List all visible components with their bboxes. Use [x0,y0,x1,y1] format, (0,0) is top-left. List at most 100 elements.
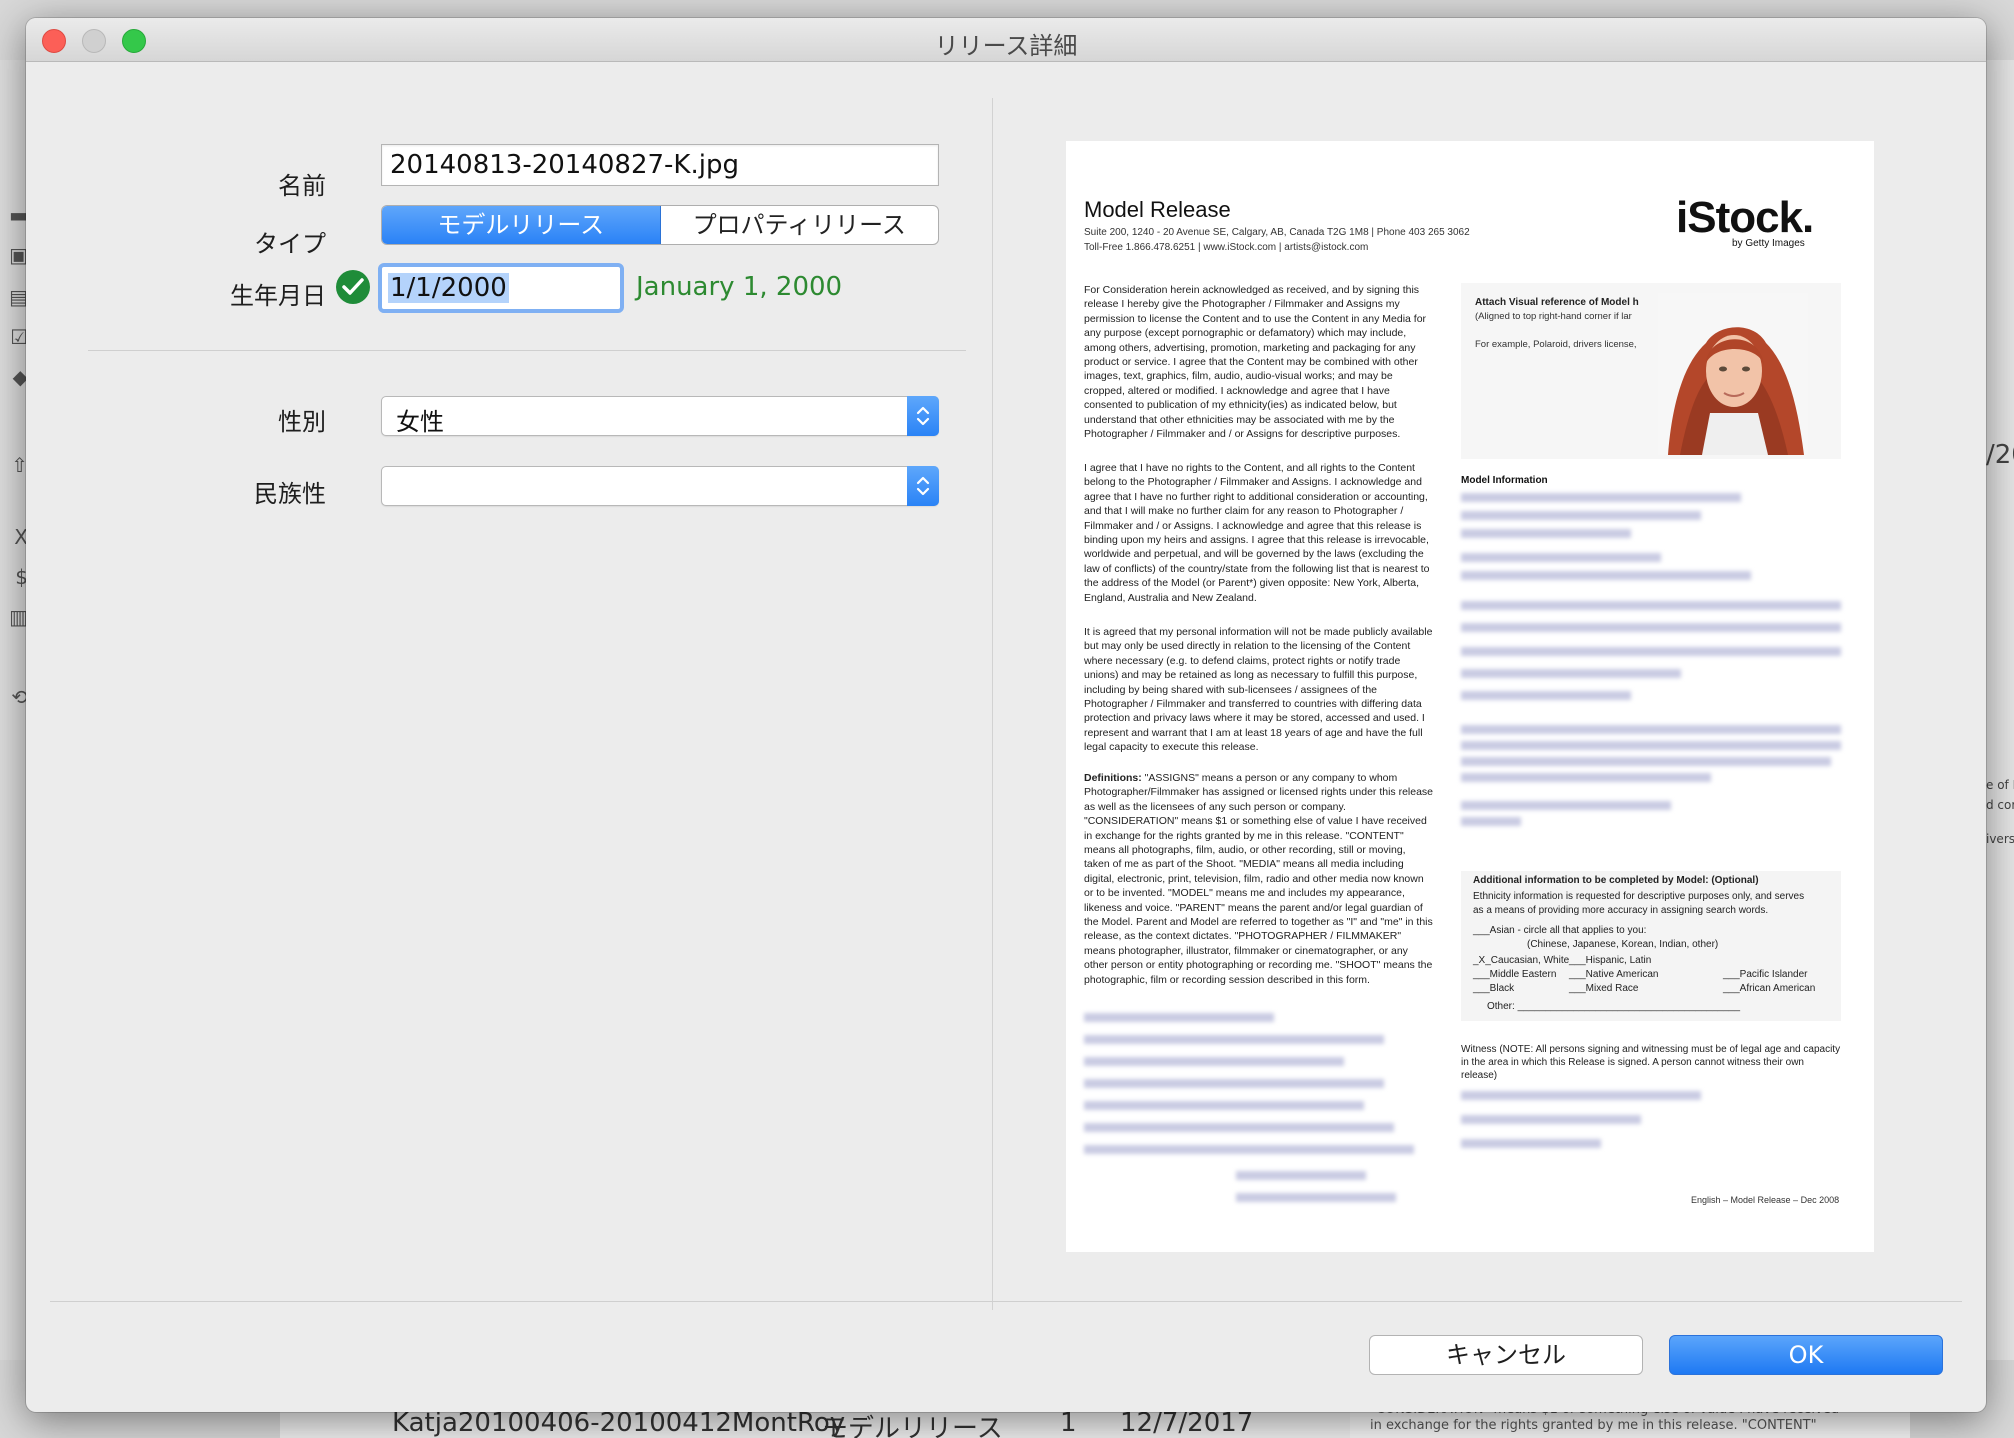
blurred-field [1461,553,1661,562]
doc-definitions-head: Definitions: [1084,772,1142,784]
chevron-updown-icon [907,396,939,436]
doc-contact: Toll-Free 1.866.478.6251 | www.iStock.co… [1084,242,1369,253]
visual-ref-heading: Attach Visual reference of Model h [1475,297,1639,308]
upload-icon: ⇧ [11,453,28,477]
gender-label: 性別 [278,408,326,436]
additional-info-box: Additional information to be completed b… [1461,871,1841,1021]
release-document-preview: Model Release Suite 200, 1240 - 20 Avenu… [1066,141,1874,1252]
bg-right-text: e of M [1986,778,2014,792]
eth-black: ___Black [1473,983,1515,994]
type-label: タイプ [254,230,326,258]
blurred-field [1461,493,1741,502]
footer-divider [50,1301,1962,1302]
birthdate-label: 生年月日 [230,282,326,310]
chevron-updown-icon [907,466,939,506]
name-label: 名前 [278,172,326,200]
eth-pacific: ___Pacific Islander [1723,969,1808,980]
excel-icon: X [14,525,28,549]
folder-icon: ▬ [9,203,28,227]
blurred-field [1461,511,1701,520]
panel-divider [992,98,993,1310]
ok-button[interactable]: OK [1669,1335,1943,1375]
checklist-icon: ☑ [10,325,28,349]
blurred-field [1461,601,1841,610]
istock-logo: iStock. [1676,193,1814,242]
eth-middle-eastern: ___Middle Eastern [1473,969,1557,980]
blurred-field [1084,1035,1384,1044]
blurred-field [1461,529,1631,538]
gender-value: 女性 [396,408,444,436]
blurred-field [1084,1123,1394,1132]
blurred-field [1461,571,1751,580]
doc-paragraph: I agree that I have no rights to the Con… [1084,462,1430,604]
dollar-icon: $ [15,565,28,589]
ethnicity-popup[interactable] [381,466,939,506]
visual-ref-example: For example, Polaroid, drivers license, [1475,339,1637,350]
bg-doc-line: in exchange for the rights granted by me… [1370,1418,1817,1433]
istock-logo-sub: by Getty Images [1732,238,1805,249]
title-bar: リリース詳細 [26,18,1986,62]
eth-hispanic: ___Hispanic, Latin [1569,955,1652,966]
gender-popup[interactable]: 女性 [381,396,939,436]
visual-ref-note: (Aligned to top right-hand corner if lar [1475,311,1632,322]
addl-text: as a means of providing more accuracy in… [1473,905,1769,916]
blurred-field [1236,1171,1366,1180]
form-divider [88,350,966,351]
eth-asian-sub: (Chinese, Japanese, Korean, Indian, othe… [1527,939,1719,950]
birthdate-readout: January 1, 2000 [636,272,843,302]
release-type-segmented-control[interactable]: モデルリリース プロパティリリース [381,205,939,245]
blurred-field [1461,1139,1601,1148]
doc-title: Model Release [1084,197,1231,222]
type-model-release-segment[interactable]: モデルリリース [382,206,661,244]
type-property-release-segment[interactable]: プロパティリリース [661,206,939,244]
doc-paragraph: It is agreed that my personal informatio… [1084,626,1433,754]
bg-right-text: d corn [1986,798,2014,812]
release-details-sheet: リリース詳細 名前 20140813-20140827-K.jpg タイプ モデ… [26,18,1986,1412]
ethnicity-label: 民族性 [254,480,326,508]
blurred-field [1461,757,1831,766]
valid-checkmark-icon [336,270,370,304]
blurred-field [1461,1091,1701,1100]
row-date: 12/7/2017 [1120,1408,1254,1438]
birthdate-value: 1/1/2000 [388,273,509,303]
eth-african: ___African American [1723,983,1816,994]
background-right-panel: /20 e of M d corn ivers l [1984,60,2014,1360]
doc-address: Suite 200, 1240 - 20 Avenue SE, Calgary,… [1084,227,1470,238]
blurred-field [1084,1145,1414,1154]
doc-definitions-body: "ASSIGNS" means a person or any company … [1084,772,1434,986]
blurred-field [1461,647,1841,656]
blurred-field [1461,817,1521,826]
image-icon: ▣ [9,243,28,267]
bg-right-text: /20 [1986,440,2014,470]
window-title: リリース詳細 [934,32,1078,60]
blurred-field [1461,741,1841,750]
blurred-field [1461,669,1681,678]
blurred-field [1461,623,1841,632]
document-icon: ▤ [9,285,28,309]
row-count: 1 [1060,1408,1077,1438]
model-info-heading: Model Information [1461,475,1548,486]
blurred-field [1461,691,1631,700]
history-icon: ⟲ [11,685,28,709]
tag-icon: ◆ [12,365,28,389]
chart-icon: ▥ [9,605,28,629]
witness-note: Witness (NOTE: All persons signing and w… [1461,1044,1841,1081]
blurred-field [1084,1101,1364,1110]
doc-footer: English – Model Release – Dec 2008 [1691,1195,1840,1205]
doc-paragraph: For Consideration herein acknowledged as… [1084,284,1427,441]
birthdate-field[interactable]: 1/1/2000 [378,263,624,313]
eth-asian: ___Asian - circle all that applies to yo… [1473,925,1647,936]
eth-native: ___Native American [1569,969,1659,980]
blurred-field [1461,773,1711,782]
name-field[interactable]: 20140813-20140827-K.jpg [381,144,939,186]
blurred-field [1461,801,1671,810]
addl-heading: Additional information to be completed b… [1473,875,1759,886]
blurred-field [1084,1079,1384,1088]
addl-text: Ethnicity information is requested for d… [1473,891,1805,902]
doc-definitions: Definitions: "ASSIGNS" means a person or… [1084,771,1434,987]
eth-mixed: ___Mixed Race [1569,983,1639,994]
row-type: モデルリリース [822,1414,1003,1438]
eth-caucasian: _X_Caucasian, White [1473,955,1570,966]
cancel-button[interactable]: キャンセル [1369,1335,1643,1375]
blurred-field [1084,1057,1344,1066]
